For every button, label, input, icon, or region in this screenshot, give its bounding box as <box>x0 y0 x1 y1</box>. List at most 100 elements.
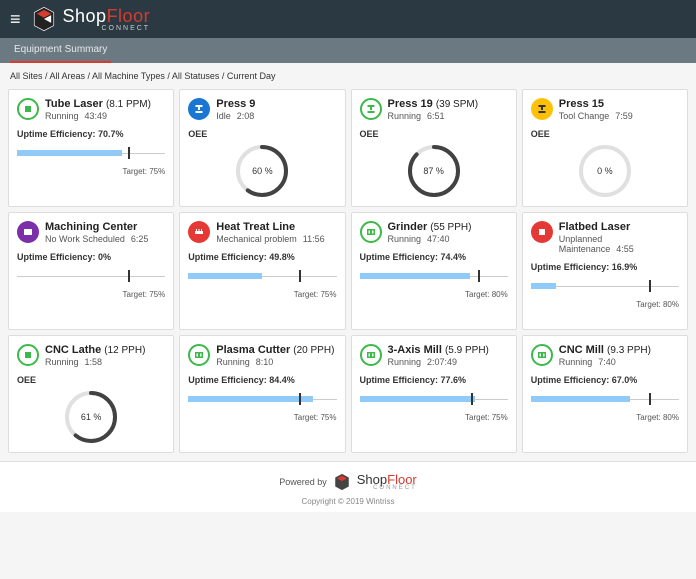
equipment-card[interactable]: Flatbed Laser Unplanned Maintenance4:55 … <box>522 212 688 330</box>
metric-label: OEE <box>17 375 165 385</box>
status-time: 2:08 <box>237 111 255 121</box>
equipment-rate: (9.3 PPH) <box>607 345 651 356</box>
metric-value: 77.6% <box>441 375 467 385</box>
status-time: 8:10 <box>256 357 274 367</box>
target-label: Target: 75% <box>188 290 336 299</box>
status-time: 47:40 <box>427 234 450 244</box>
equipment-name: Press 15 <box>559 98 679 110</box>
target-label: Target: 75% <box>17 167 165 176</box>
metric-label: Uptime Efficiency: 16.9% <box>531 262 679 272</box>
gauge-value: 61 % <box>64 390 118 444</box>
equipment-rate: (12 PPH) <box>104 345 145 356</box>
metric-value: 70.7% <box>98 129 124 139</box>
status-icon <box>17 98 39 120</box>
equipment-grid: Tube Laser (8.1 PPM) Running43:49 Uptime… <box>0 89 696 461</box>
equipment-status: Idle2:08 <box>216 111 336 121</box>
status-time: 2:07:49 <box>427 357 457 367</box>
equipment-name: Press 19 (39 SPM) <box>388 98 508 110</box>
status-icon <box>188 344 210 366</box>
gauge-value: 87 % <box>407 144 461 198</box>
target-label: Target: 80% <box>531 413 679 422</box>
metric-label: Uptime Efficiency: 77.6% <box>360 375 508 385</box>
card-header: CNC Mill (9.3 PPH) Running7:40 <box>531 344 679 367</box>
equipment-card[interactable]: CNC Lathe (12 PPH) Running1:58 OEE 61 % <box>8 335 174 453</box>
status-icon <box>360 221 382 243</box>
efficiency-bar <box>17 143 165 165</box>
equipment-rate: (20 PPH) <box>293 345 334 356</box>
status-time: 11:56 <box>303 234 325 244</box>
efficiency-bar <box>188 389 336 411</box>
equipment-name: Tube Laser (8.1 PPM) <box>45 98 165 110</box>
equipment-status: Running8:10 <box>216 357 336 367</box>
card-header: Tube Laser (8.1 PPM) Running43:49 <box>17 98 165 121</box>
card-header: 3-Axis Mill (5.9 PPH) Running2:07:49 <box>360 344 508 367</box>
status-icon <box>188 98 210 120</box>
menu-icon[interactable]: ≡ <box>10 9 21 30</box>
gauge-value: 60 % <box>235 144 289 198</box>
efficiency-bar <box>188 266 336 288</box>
status-time: 4:55 <box>616 244 634 254</box>
equipment-rate: (55 PPH) <box>430 222 471 233</box>
target-label: Target: 75% <box>17 290 165 299</box>
status-time: 1:58 <box>85 357 103 367</box>
metric-value: 67.0% <box>612 375 638 385</box>
status-icon <box>360 344 382 366</box>
gauge: 87 % <box>360 143 508 198</box>
equipment-card[interactable]: Plasma Cutter (20 PPH) Running8:10 Uptim… <box>179 335 345 453</box>
card-header: Press 9 Idle2:08 <box>188 98 336 121</box>
card-header: CNC Lathe (12 PPH) Running1:58 <box>17 344 165 367</box>
card-header: Press 15 Tool Change7:59 <box>531 98 679 121</box>
copyright-text: Copyright © 2019 Wintriss <box>0 497 696 506</box>
equipment-status: Running6:51 <box>388 111 508 121</box>
equipment-status: Running7:40 <box>559 357 679 367</box>
brand-logo: ShopFloor CONNECT <box>31 6 151 32</box>
gauge: 0 % <box>531 143 679 198</box>
efficiency-bar <box>360 389 508 411</box>
status-time: 6:51 <box>427 111 445 121</box>
equipment-name: Grinder (55 PPH) <box>388 221 508 233</box>
equipment-status: Mechanical problem11:56 <box>216 234 336 244</box>
card-header: Machining Center No Work Scheduled6:25 <box>17 221 165 244</box>
card-header: Plasma Cutter (20 PPH) Running8:10 <box>188 344 336 367</box>
target-label: Target: 75% <box>188 413 336 422</box>
equipment-status: Tool Change7:59 <box>559 111 679 121</box>
metric-label: OEE <box>531 129 679 139</box>
equipment-card[interactable]: CNC Mill (9.3 PPH) Running7:40 Uptime Ef… <box>522 335 688 453</box>
powered-by-label: Powered by <box>279 477 327 487</box>
equipment-card[interactable]: Tube Laser (8.1 PPM) Running43:49 Uptime… <box>8 89 174 207</box>
metric-label: Uptime Efficiency: 74.4% <box>360 252 508 262</box>
equipment-card[interactable]: Heat Treat Line Mechanical problem11:56 … <box>179 212 345 330</box>
tab-bar: Equipment Summary <box>0 38 696 63</box>
equipment-card[interactable]: Machining Center No Work Scheduled6:25 U… <box>8 212 174 330</box>
efficiency-bar <box>531 389 679 411</box>
status-icon <box>188 221 210 243</box>
equipment-status: Running2:07:49 <box>388 357 508 367</box>
equipment-status: No Work Scheduled6:25 <box>45 234 165 244</box>
equipment-card[interactable]: Press 19 (39 SPM) Running6:51 OEE 87 % <box>351 89 517 207</box>
app-header: ≡ ShopFloor CONNECT <box>0 0 696 38</box>
equipment-status: Running43:49 <box>45 111 165 121</box>
equipment-card[interactable]: Press 15 Tool Change7:59 OEE 0 % <box>522 89 688 207</box>
status-icon <box>17 344 39 366</box>
status-time: 7:59 <box>615 111 633 121</box>
efficiency-bar <box>531 276 679 298</box>
card-header: Press 19 (39 SPM) Running6:51 <box>360 98 508 121</box>
status-icon <box>17 221 39 243</box>
metric-label: Uptime Efficiency: 49.8% <box>188 252 336 262</box>
equipment-name: 3-Axis Mill (5.9 PPH) <box>388 344 508 356</box>
equipment-status: Unplanned Maintenance4:55 <box>559 234 679 254</box>
equipment-name: Machining Center <box>45 221 165 233</box>
equipment-card[interactable]: 3-Axis Mill (5.9 PPH) Running2:07:49 Upt… <box>351 335 517 453</box>
gauge: 61 % <box>17 389 165 444</box>
card-header: Heat Treat Line Mechanical problem11:56 <box>188 221 336 244</box>
status-icon <box>360 98 382 120</box>
equipment-card[interactable]: Press 9 Idle2:08 OEE 60 % <box>179 89 345 207</box>
target-label: Target: 80% <box>531 300 679 309</box>
tab-equipment-summary[interactable]: Equipment Summary <box>10 38 111 63</box>
breadcrumb[interactable]: All Sites / All Areas / All Machine Type… <box>0 63 696 89</box>
equipment-card[interactable]: Grinder (55 PPH) Running47:40 Uptime Eff… <box>351 212 517 330</box>
status-time: 7:40 <box>598 357 616 367</box>
metric-label: OEE <box>188 129 336 139</box>
card-header: Grinder (55 PPH) Running47:40 <box>360 221 508 244</box>
equipment-rate: (5.9 PPH) <box>445 345 489 356</box>
